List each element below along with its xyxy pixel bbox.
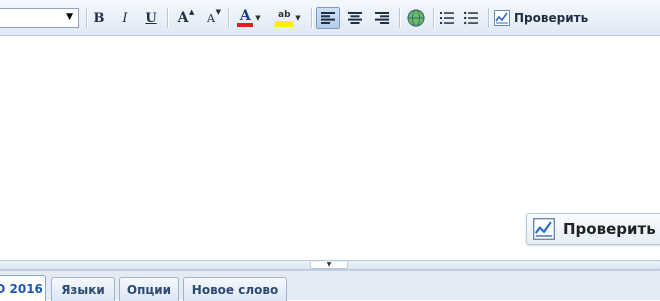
bullet-list-icon — [464, 11, 478, 25]
font-color-button[interactable]: A ▼ — [232, 7, 266, 29]
toolbar-separator — [399, 8, 400, 28]
bullet-list-button[interactable] — [461, 7, 481, 29]
spellcheck-label: Проверить — [514, 11, 589, 25]
tab-new-word[interactable]: Новое слово — [183, 277, 287, 301]
font-family-select[interactable]: ▼ — [0, 8, 79, 28]
toolbar-separator — [311, 8, 312, 28]
shrink-font-button[interactable]: A ▼ — [200, 7, 222, 29]
toolbar-separator — [86, 8, 87, 28]
floating-check-button[interactable]: Проверить — [526, 213, 660, 245]
shrink-font-icon: A ▼ — [207, 7, 221, 25]
resize-grip-icon[interactable]: ▼ — [310, 262, 348, 269]
spellcheck-icon — [533, 218, 555, 240]
align-right-button[interactable] — [371, 7, 393, 29]
spellcheck-icon — [494, 10, 510, 26]
align-center-icon — [348, 12, 362, 24]
toolbar-separator — [433, 8, 434, 28]
floating-check-label: Проверить — [563, 220, 656, 238]
chevron-down-icon: ▼ — [295, 14, 301, 22]
align-left-button[interactable] — [316, 7, 340, 29]
formatting-toolbar: ▼ B I U A ▲ A ▼ A ▼ ab ▼ Проверить — [0, 0, 660, 36]
bold-button[interactable]: B — [90, 7, 108, 29]
globe-icon — [407, 9, 425, 27]
grow-font-icon: A ▲ — [177, 7, 195, 26]
chevron-down-icon: ▼ — [255, 14, 261, 22]
editor-resize-bar[interactable]: ▼ — [0, 260, 660, 270]
toolbar-separator — [167, 8, 168, 28]
spellcheck-button[interactable]: Проверить — [494, 7, 594, 29]
align-center-button[interactable] — [344, 7, 366, 29]
highlight-icon: ab — [275, 10, 294, 27]
dropdown-arrow-icon: ▼ — [66, 12, 73, 22]
bottom-tab-bar: О 2016 Языки Опции Новое слово — [0, 270, 660, 301]
numbered-list-button[interactable] — [437, 7, 457, 29]
toolbar-separator — [488, 8, 489, 28]
italic-button[interactable]: I — [116, 7, 134, 29]
font-color-icon: A — [237, 9, 254, 27]
tab-languages[interactable]: Языки — [51, 277, 115, 301]
language-button[interactable] — [404, 7, 428, 29]
numbered-list-icon — [440, 12, 454, 24]
underline-button[interactable]: U — [142, 7, 160, 29]
grow-font-button[interactable]: A ▲ — [172, 7, 195, 29]
align-right-icon — [375, 12, 389, 24]
align-left-icon — [321, 12, 335, 24]
tab-options[interactable]: Опции — [119, 277, 179, 301]
highlight-button[interactable]: ab ▼ — [270, 7, 306, 29]
toolbar-separator — [228, 8, 229, 28]
tab-about[interactable]: О 2016 — [0, 275, 46, 301]
